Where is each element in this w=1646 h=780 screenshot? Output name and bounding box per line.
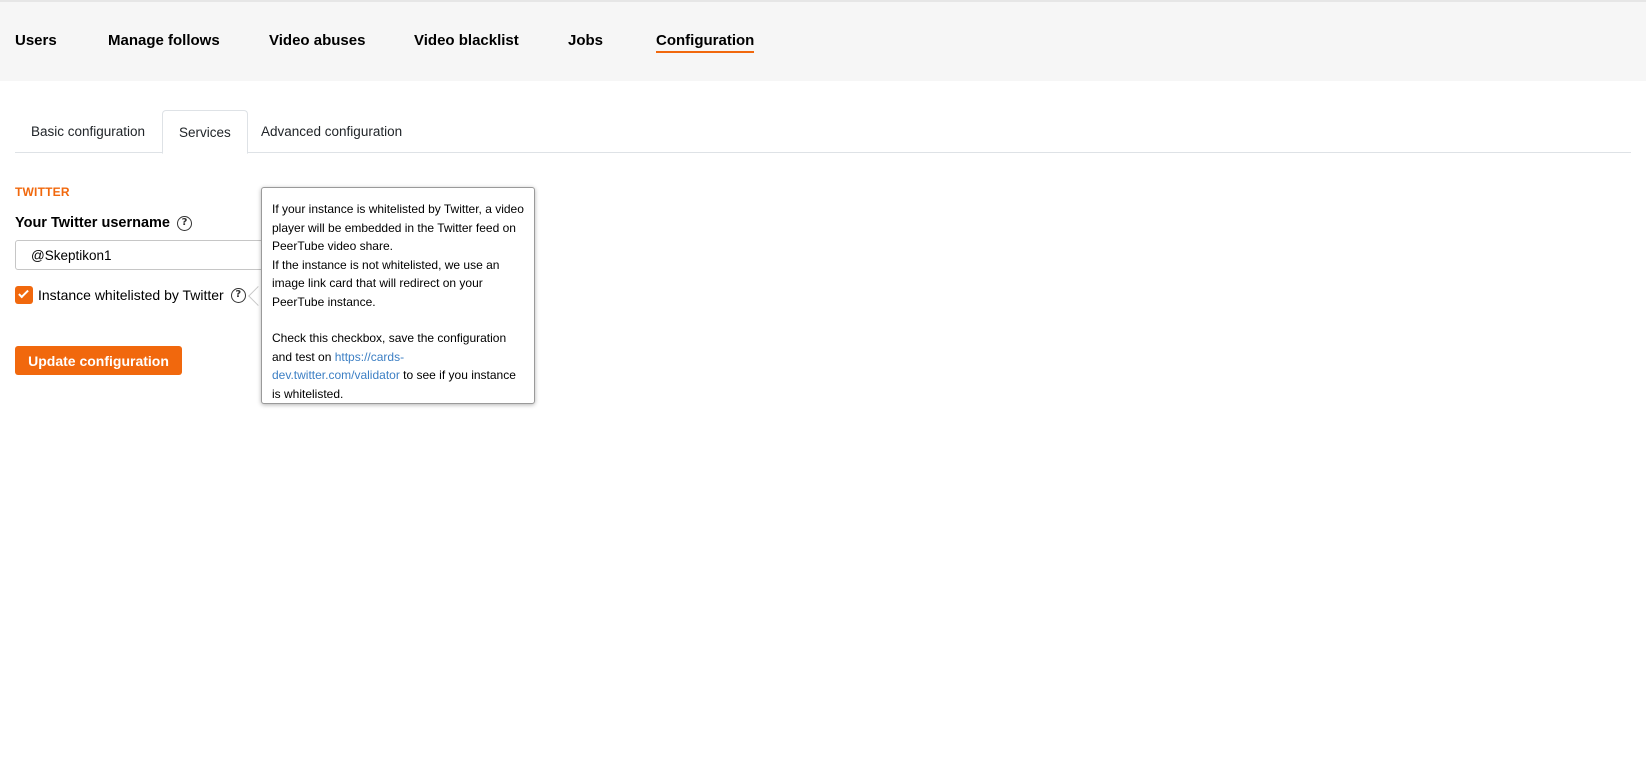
nav-video-abuses[interactable]: Video abuses — [269, 32, 365, 49]
check-icon — [18, 287, 29, 299]
nav-jobs[interactable]: Jobs — [568, 32, 603, 49]
twitter-username-label: Your Twitter username — [15, 215, 170, 231]
tab-basic-configuration[interactable]: Basic configuration — [15, 110, 161, 153]
tab-services[interactable]: Services — [162, 110, 248, 154]
popover-text-not-whitelisted: If the instance is not whitelisted, we u… — [272, 257, 500, 309]
popover-text-instructions: Check this checkbox, save the configurat… — [272, 329, 524, 403]
whitelisted-label[interactable]: Instance whitelisted by Twitter — [38, 287, 224, 303]
whitelisted-checkbox-row: Instance whitelisted by Twitter ? — [15, 286, 246, 304]
nav-manage-follows[interactable]: Manage follows — [108, 32, 220, 49]
popover-text-whitelisted: If your instance is whitelisted by Twitt… — [272, 202, 524, 253]
question-circle-icon[interactable]: ? — [230, 287, 246, 303]
question-circle-icon[interactable]: ? — [176, 215, 192, 231]
twitter-section-title: TWITTER — [15, 185, 70, 199]
nav-video-blacklist[interactable]: Video blacklist — [414, 32, 519, 49]
top-navigation: Users Manage follows Video abuses Video … — [0, 0, 1646, 81]
nav-configuration[interactable]: Configuration — [656, 32, 755, 53]
update-configuration-button[interactable]: Update configuration — [15, 346, 182, 375]
config-tabs: Basic configuration Services Advanced co… — [15, 110, 1631, 154]
tab-advanced-configuration[interactable]: Advanced configuration — [245, 110, 418, 153]
twitter-username-label-row: Your Twitter username ? — [15, 215, 192, 231]
help-popover: If your instance is whitelisted by Twitt… — [261, 187, 535, 404]
whitelisted-checkbox[interactable] — [15, 286, 33, 304]
nav-users[interactable]: Users — [15, 32, 57, 49]
twitter-username-input[interactable] — [15, 240, 265, 270]
